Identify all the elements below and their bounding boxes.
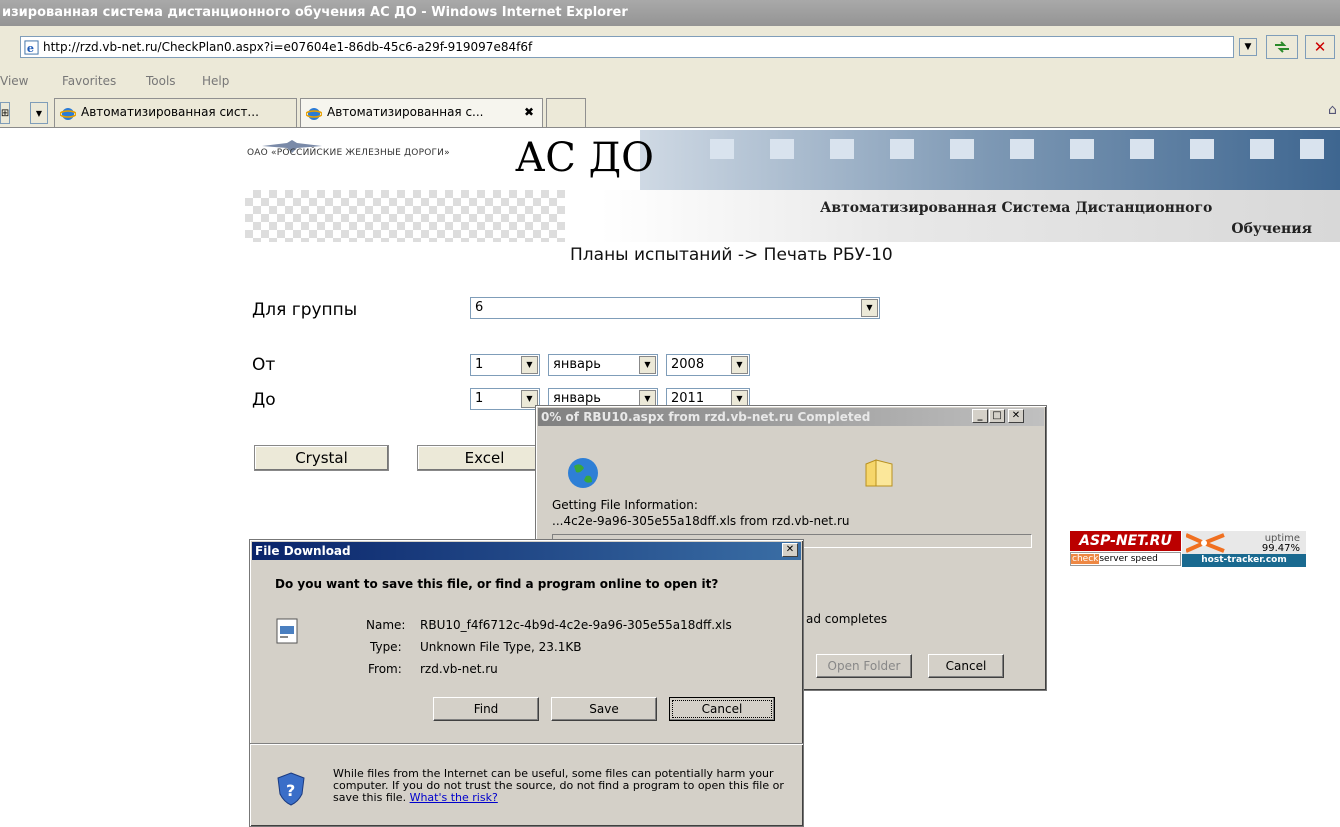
file-download-dialog: File Download ✕ Do you want to save this…	[249, 539, 804, 827]
to-label: До	[252, 390, 276, 410]
from-label: От	[252, 355, 276, 375]
type-label: Type:	[370, 640, 402, 654]
ie-tab-icon	[305, 105, 323, 127]
refresh-icon[interactable]	[1266, 35, 1298, 59]
download-warning: While files from the Internet can be use…	[333, 767, 784, 804]
ie-page-icon: e	[24, 40, 39, 57]
svg-text:e: e	[27, 41, 34, 55]
chevron-down-icon: ▼	[639, 356, 656, 374]
menu-view[interactable]: View	[0, 70, 28, 92]
address-url: http://rzd.vb-net.ru/CheckPlan0.aspx?i=e…	[43, 40, 533, 54]
progress-cancel-button[interactable]: Cancel	[928, 654, 1004, 678]
address-dropdown-arrow[interactable]: ▼	[1239, 38, 1257, 56]
folder-icon	[865, 459, 893, 487]
tab-list-arrow[interactable]: ▼	[30, 102, 48, 124]
group-select-value: 6	[475, 300, 484, 315]
excel-button[interactable]: Excel	[417, 445, 552, 471]
crystal-button[interactable]: Crystal	[254, 445, 389, 471]
stop-icon[interactable]: ✕	[1305, 35, 1335, 59]
tab-1[interactable]: Автоматизированная сист...	[54, 98, 297, 127]
banner-gradient	[600, 190, 1340, 242]
save-button[interactable]: Save	[551, 697, 657, 721]
host-tracker-logo-icon	[1186, 533, 1225, 553]
minimize-icon[interactable]: _	[972, 409, 988, 423]
menu-tools[interactable]: Tools	[146, 70, 176, 92]
chevron-down-icon: ▼	[861, 299, 878, 317]
find-button[interactable]: Find	[433, 697, 539, 721]
group-select[interactable]: 6 ▼	[470, 297, 880, 319]
menu-bar: View Favorites Tools Help	[0, 70, 1340, 94]
from-year-select[interactable]: 2008 ▼	[666, 354, 750, 376]
name-value: RBU10_f4f6712c-4b9d-4c2e-9a96-305e55a18d…	[420, 618, 732, 632]
tab-1-label: Автоматизированная сист...	[81, 105, 259, 119]
from-month-select[interactable]: январь ▼	[548, 354, 658, 376]
chevron-down-icon: ▼	[521, 356, 538, 374]
shield-icon: ?	[277, 772, 305, 806]
svg-text:?: ?	[286, 781, 295, 800]
close-icon[interactable]: ✕	[782, 543, 798, 557]
banner-blue-strip	[640, 130, 1340, 190]
file-icon	[276, 618, 298, 644]
download-question: Do you want to save this file, or find a…	[275, 577, 719, 591]
tab-2[interactable]: Автоматизированная с... ✖	[300, 98, 543, 127]
ie-tab-icon	[59, 105, 77, 127]
site-subtitle-line2: Обучения	[1231, 221, 1312, 237]
server-speed-badge[interactable]: checkserver speed	[1070, 552, 1181, 566]
whats-the-risk-link[interactable]: What's the risk?	[410, 791, 498, 804]
progress-status: Getting File Information:	[552, 498, 698, 512]
site-title: АС ДО	[515, 135, 654, 181]
progress-dialog-title: 0% of RBU10.aspx from rzd.vb-net.ru Comp…	[538, 408, 1044, 426]
address-bar[interactable]: e http://rzd.vb-net.ru/CheckPlan0.aspx?i…	[20, 36, 1234, 58]
banner-checker-pattern	[245, 190, 565, 242]
from-day-select[interactable]: 1 ▼	[470, 354, 540, 376]
open-folder-button[interactable]: Open Folder	[816, 654, 912, 678]
globe-icon	[568, 458, 598, 488]
menu-help[interactable]: Help	[202, 70, 229, 92]
home-icon[interactable]: ⌂	[1328, 102, 1337, 118]
name-label: Name:	[366, 618, 406, 632]
close-icon[interactable]: ✕	[1008, 409, 1024, 423]
group-label: Для группы	[252, 300, 358, 320]
rzd-logo-text: ОАО «РОССИЙСКИЕ ЖЕЛЕЗНЫЕ ДОРОГИ»	[247, 148, 450, 158]
tab-close-icon[interactable]: ✖	[524, 99, 534, 125]
file-download-title: File Download	[252, 542, 801, 560]
divider	[250, 743, 803, 745]
aspnet-badge[interactable]: ASP-NET.RU	[1070, 531, 1181, 551]
progress-close-text: ad completes	[806, 612, 888, 626]
to-day-select[interactable]: 1 ▼	[470, 388, 540, 410]
maximize-icon[interactable]: □	[989, 409, 1005, 423]
host-tracker-badge[interactable]: uptime 99.47% host-tracker.com	[1182, 531, 1306, 567]
chevron-down-icon: ▼	[731, 356, 748, 374]
site-subtitle-line1: Автоматизированная Система Дистанционног…	[820, 200, 1213, 216]
type-value: Unknown File Type, 23.1KB	[420, 640, 582, 654]
tab-2-label: Автоматизированная с...	[327, 105, 484, 119]
page-breadcrumb: Планы испытаний -> Печать РБУ-10	[570, 245, 893, 265]
window-title-bar: изированная система дистанционного обуче…	[0, 0, 1340, 26]
progress-file: ...4c2e-9a96-305e55a18dff.xls from rzd.v…	[552, 514, 850, 528]
from-value: rzd.vb-net.ru	[420, 662, 498, 676]
new-tab-button[interactable]	[546, 98, 586, 127]
menu-favorites[interactable]: Favorites	[62, 70, 116, 92]
from-label: From:	[368, 662, 402, 676]
cancel-button[interactable]: Cancel	[669, 697, 775, 721]
quick-tabs-icon[interactable]: ⊞	[0, 102, 10, 124]
